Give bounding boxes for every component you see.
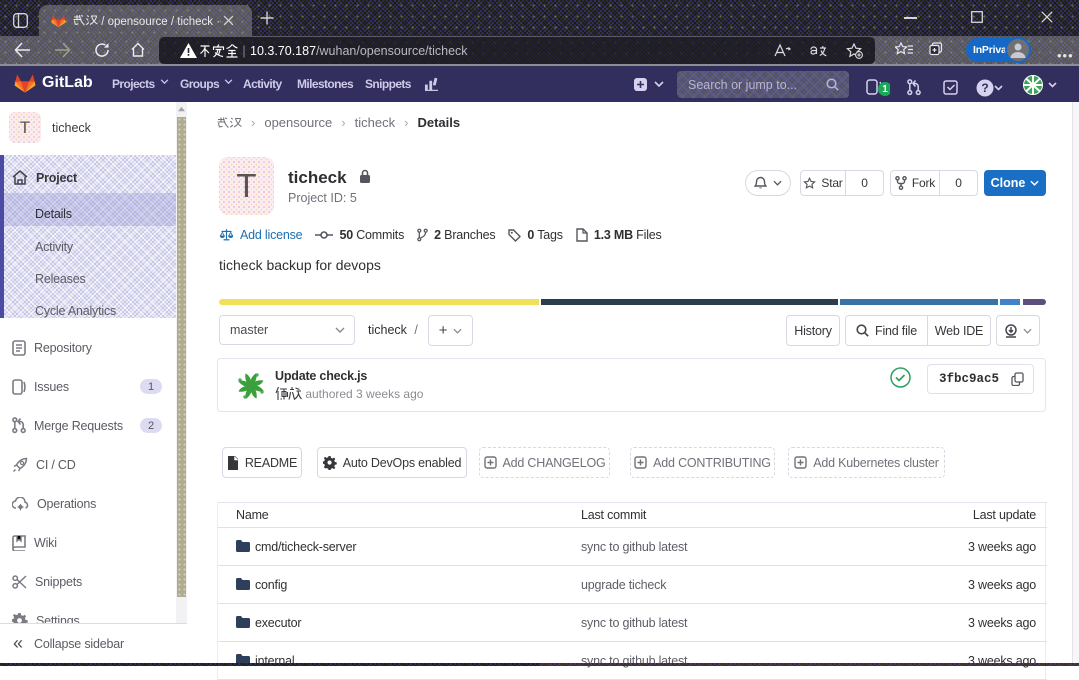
- svg-text:1: 1: [882, 84, 888, 95]
- svg-text:?: ?: [981, 81, 988, 95]
